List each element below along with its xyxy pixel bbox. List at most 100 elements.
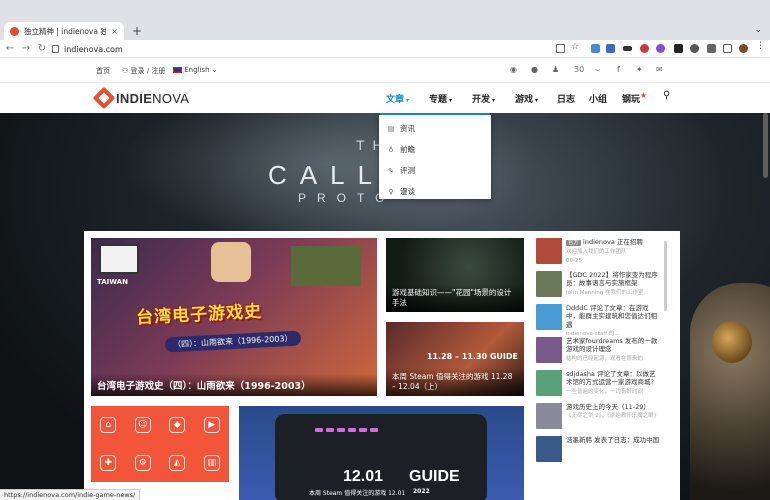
gamepad-icon: ✚ <box>100 455 117 471</box>
forward-button[interactable]: → <box>18 43 34 54</box>
device-leds <box>315 428 378 432</box>
taiwan-label: TAIWAN <box>97 278 128 286</box>
back-button[interactable]: ← <box>2 43 18 54</box>
feed-subtitle: 结构的已经起源，观看在原来的 <box>566 355 644 362</box>
language-label: English <box>184 66 210 74</box>
weibo-icon[interactable]: ◉ <box>510 65 517 74</box>
indienova-logo-mark-icon <box>92 86 116 110</box>
card-garden-design[interactable]: 游戏基础知识——"花园"场景的设计手法 <box>386 238 524 312</box>
card-garden-design-title: 游戏基础知识——"花园"场景的设计手法 <box>386 283 524 312</box>
facebook-icon[interactable]: f <box>617 65 620 74</box>
feed-thumbnail <box>536 238 562 264</box>
feed-text: 【GDC 2022】将作家变为程序员：故事语言与实施框架 John Manning… <box>566 271 660 303</box>
feed-thumbnail <box>536 337 562 363</box>
extension-gray-icon[interactable] <box>690 44 699 53</box>
profile-avatar[interactable] <box>739 44 748 53</box>
bookmark-star-icon[interactable]: ☆ <box>571 42 580 52</box>
user-icon: ⚇ <box>122 67 129 75</box>
home-link[interactable]: 首页 <box>96 66 110 76</box>
feed-text: 浩墨新韩 发表了日志：成功中国 <box>566 436 659 468</box>
nav-item-logs[interactable]: 日志 <box>557 92 575 105</box>
feed-item[interactable]: 游戏历史上的今天（11-29） 《无尽之剑 2》，《原始教师乐魔之眼》 <box>536 403 660 435</box>
nav-item-groups[interactable]: 小组 <box>589 92 607 105</box>
pixel-face-artwork <box>211 242 251 282</box>
feed-subtitle: 欢迎加入我们的工作团队 <box>566 249 627 256</box>
menu-item-news[interactable]: ▤ 资讯 <box>379 118 491 139</box>
hot-badge-icon: ★ <box>640 91 648 100</box>
feed-item[interactable]: DdddC 评论了文章：在游戏中，能群主实建筑和您值达们相遇 indienova-… <box>536 304 660 336</box>
extension-translate-icon[interactable] <box>591 44 600 53</box>
extension-red-icon[interactable] <box>640 44 649 53</box>
browser-menu-icon[interactable]: ⋮ <box>756 41 765 51</box>
lightbulb-icon: ♀ <box>388 187 394 196</box>
feed-meta: 09-25 <box>566 258 582 265</box>
hero-title: CALL <box>268 160 386 190</box>
platforms-card[interactable]: ⌂ ☺ ◆ ▶ ✚ ⚙ ◭ ▥ <box>91 406 229 482</box>
extension-cast-icon[interactable] <box>623 46 632 51</box>
card-guide-1201[interactable]: 12.01 GUIDE 本周 Steam 值得关注的游戏 12.01 2022 <box>239 406 524 500</box>
feed-item[interactable]: 浩墨新韩 发表了日志：成功中国 <box>536 436 660 468</box>
news-icon: ▤ <box>387 124 395 133</box>
menu-item-essay[interactable]: ♀ 漫谈 <box>379 181 491 202</box>
browser-tab[interactable]: 独立精神 | indienova 独立游戏 × <box>4 22 124 40</box>
twitter-icon[interactable]: ✦ <box>636 65 643 74</box>
side-panel-icon[interactable] <box>723 44 732 53</box>
nav-item-develop[interactable]: 开发 ▾ <box>472 92 495 105</box>
extension-purple-icon[interactable] <box>656 44 665 53</box>
page-scrollbar-thumb[interactable] <box>763 113 768 178</box>
wechat-icon[interactable]: ● <box>531 65 538 74</box>
new-tab-button[interactable]: + <box>132 24 142 38</box>
social-count[interactable]: 30 <box>574 65 584 74</box>
extension-dark-icon[interactable] <box>674 44 683 53</box>
feed-thumbnail <box>536 370 562 396</box>
feed-item[interactable]: 官方 indienova 正在招聘 欢迎加入我们的工作团队 09-25 <box>536 238 660 270</box>
feed-title: 游戏历史上的今天（11-29） <box>566 403 650 411</box>
articles-dropdown-menu: ▤ 资讯 ♁ 前瞻 ✎ 评测 ♀ 漫谈 <box>379 115 491 199</box>
feature-card-taiwan-history[interactable]: TAIWAN 台湾电子游戏史 （四）：山雨欲来（1996-2003） 台湾电子游… <box>91 238 377 396</box>
tab-title: 独立精神 | indienova 独立游戏 <box>24 26 107 36</box>
guide-year: 2022 <box>413 488 430 495</box>
tab-search-icon[interactable]: ⌄ <box>754 25 762 35</box>
activity-feed: 官方 indienova 正在招聘 欢迎加入我们的工作团队 09-25 【GDC 202… <box>536 238 660 500</box>
language-switcher[interactable]: English ⌄ <box>173 66 218 74</box>
qq-icon[interactable]: ♟ <box>552 65 559 74</box>
feed-title: DdddC 评论了文章：在游戏中，能群主实建筑和您值达们相遇 <box>566 304 657 329</box>
nav-item-topics[interactable]: 专题 ▾ <box>429 92 452 105</box>
guide-subtitle: 本周 Steam 值得关注的游戏 12.01 <box>309 490 406 497</box>
main-nav: INDIENOVA 文章 ▾ 专题 ▾ 开发 ▾ 游戏 ▾ 日志 小组 钢玩★ ⚲ <box>0 83 770 113</box>
menu-item-preview[interactable]: ♁ 前瞻 <box>379 139 491 160</box>
tab-close-icon[interactable]: × <box>111 27 118 36</box>
mobile-icon: ☺ <box>134 417 151 433</box>
thumbs-up-icon: ♁ <box>388 145 394 154</box>
steam-weekly-overlay: 11.28 – 11.30 GUIDE <box>426 352 518 361</box>
gem-icon: ◆ <box>169 417 186 433</box>
nav-item-gangwan[interactable]: 钢玩★ <box>622 91 648 105</box>
feed-item[interactable]: 【GDC 2022】将作家变为程序员：故事语言与实施框架 John Manning… <box>536 271 660 303</box>
feed-thumbnail <box>536 403 562 429</box>
menu-item-review[interactable]: ✎ 评测 <box>379 160 491 181</box>
search-icon[interactable]: ⚲ <box>663 90 670 101</box>
mail-icon[interactable]: ✉ <box>656 65 663 74</box>
reload-button[interactable]: ↻ <box>34 43 50 54</box>
extension-blue-icon[interactable] <box>606 44 615 53</box>
card-steam-weekly[interactable]: 11.28 – 11.30 GUIDE 本周 Steam 值得关注的游戏 11.… <box>386 322 524 396</box>
feed-item[interactable]: sdjdasha 评论了文章：以做艺术馆的方式运营一家游戏商城? 一些普遍的变化，… <box>536 370 660 402</box>
bilibili-icon[interactable]: ⌣ <box>595 65 600 75</box>
feed-title: sdjdasha 评论了文章：以做艺术馆的方式运营一家游戏商城? <box>566 370 656 387</box>
url-bar[interactable]: indienova.com <box>52 42 542 56</box>
nav-item-articles[interactable]: 文章 ▾ <box>386 92 409 105</box>
login-link[interactable]: ⚇ 登录 / 注册 <box>122 66 165 76</box>
feed-title: 艺术家fourdreams 发布的一款游戏的设计理念 <box>566 337 658 354</box>
feature-card-title: 台湾电子游戏史（四）：山雨欲来（1996-2003） <box>91 374 377 396</box>
feed-scrollbar-thumb[interactable] <box>664 241 667 311</box>
share-icon[interactable] <box>556 44 565 53</box>
nav-item-games[interactable]: 游戏 ▾ <box>515 92 538 105</box>
feed-item[interactable]: 艺术家fourdreams 发布的一款游戏的设计理念 结构的已经起源，观看在原来的 <box>536 337 660 369</box>
feed-title: 浩墨新韩 发表了日志：成功中国 <box>566 436 660 444</box>
indienova-logo[interactable]: INDIENOVA <box>92 86 189 110</box>
chevron-down-icon: ⌄ <box>211 66 218 74</box>
taiwan-history-banner: 台湾电子游戏史 <box>135 301 263 329</box>
extensions-puzzle-icon[interactable] <box>707 44 716 53</box>
feed-text: 艺术家fourdreams 发布的一款游戏的设计理念 结构的已经起源，观看在原来的 <box>566 337 660 369</box>
switch-icon: ▥ <box>203 455 220 471</box>
